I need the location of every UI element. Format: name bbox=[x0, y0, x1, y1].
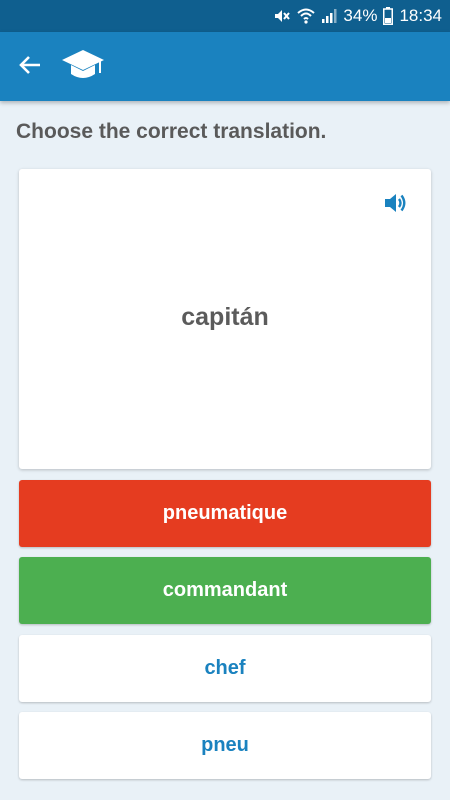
word-card: capitán bbox=[19, 169, 431, 469]
speaker-button[interactable] bbox=[381, 191, 411, 219]
battery-percent: 34% bbox=[343, 6, 378, 25]
app-bar bbox=[0, 32, 450, 101]
instruction-text: Choose the correct translation. bbox=[16, 120, 327, 143]
back-button[interactable] bbox=[14, 52, 46, 82]
word-text: capitán bbox=[181, 303, 269, 331]
answer-option-commandant[interactable]: commandant bbox=[19, 557, 431, 624]
graduation-cap-icon bbox=[61, 48, 105, 87]
signal-icon bbox=[321, 8, 337, 24]
wifi-icon bbox=[297, 7, 316, 25]
speaker-icon bbox=[383, 191, 409, 220]
mute-icon bbox=[273, 7, 291, 25]
answer-option-pneu[interactable]: pneu bbox=[19, 712, 431, 779]
answer-option-chef[interactable]: chef bbox=[19, 635, 431, 702]
back-arrow-icon bbox=[18, 54, 42, 81]
answer-option-pneumatique[interactable]: pneumatique bbox=[19, 480, 431, 547]
app-logo bbox=[60, 49, 106, 85]
battery-icon bbox=[383, 7, 394, 25]
status-bar: 34% 18:34 bbox=[0, 0, 450, 32]
status-time: 18:34 bbox=[399, 6, 442, 25]
